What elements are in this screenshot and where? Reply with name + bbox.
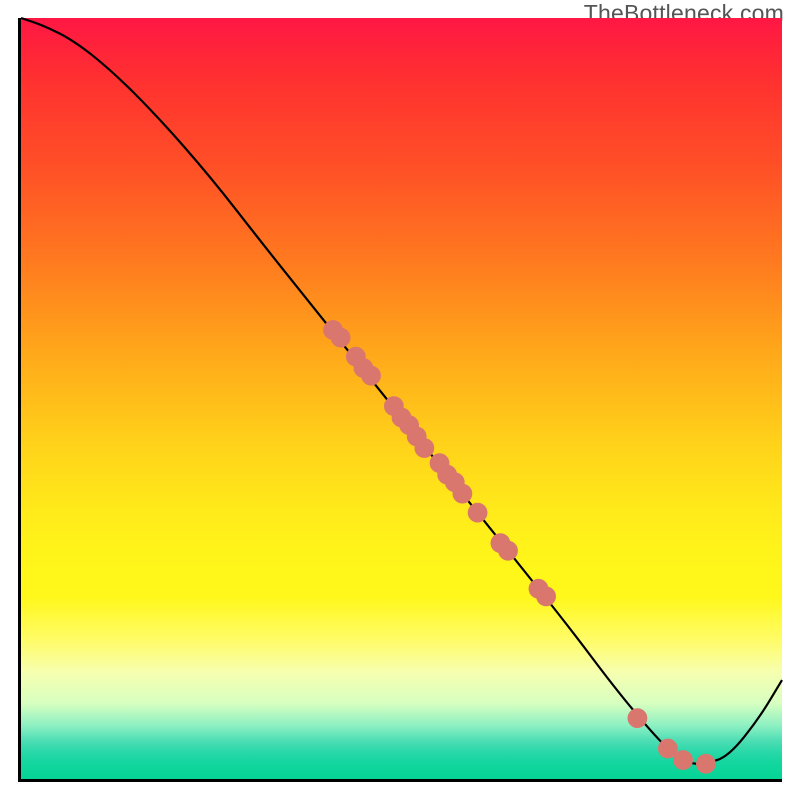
bottleneck-curve <box>21 18 782 764</box>
data-point <box>696 754 715 773</box>
data-point <box>331 328 350 347</box>
data-point <box>415 438 434 457</box>
data-point <box>453 484 472 503</box>
data-point <box>468 503 487 522</box>
plot-area <box>18 18 782 782</box>
data-point <box>362 366 381 385</box>
data-point <box>628 709 647 728</box>
chart-svg <box>21 18 782 779</box>
data-points <box>323 320 715 773</box>
data-point <box>674 750 693 769</box>
chart-container: TheBottleneck.com <box>0 0 800 800</box>
data-point <box>537 587 556 606</box>
data-point <box>499 541 518 560</box>
